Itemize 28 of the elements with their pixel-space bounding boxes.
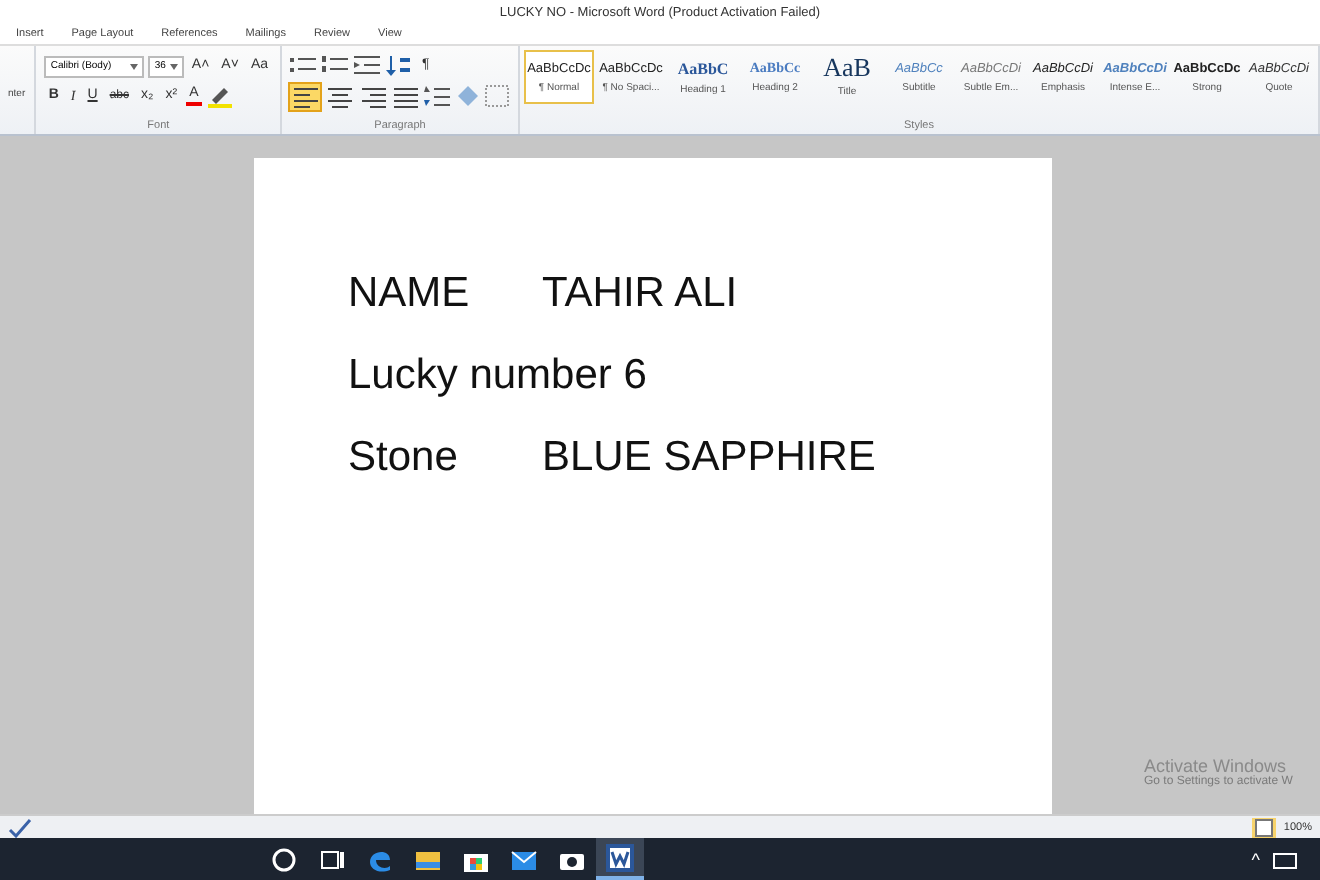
proofing-icon[interactable] — [8, 817, 32, 837]
document-text: BLUE SAPPHIRE — [542, 432, 876, 484]
print-layout-icon[interactable] — [1251, 817, 1276, 837]
numbered-list-icon[interactable] — [322, 54, 350, 78]
line-spacing-icon[interactable] — [424, 84, 451, 108]
align-icon[interactable] — [323, 83, 354, 109]
highlighter-icon[interactable] — [206, 84, 235, 108]
document-text: NAME — [348, 268, 472, 320]
activation-title: Activate Windows — [1144, 756, 1287, 776]
indent-icon[interactable] — [354, 54, 382, 78]
mail-icon — [510, 845, 538, 873]
network-icon[interactable] — [1272, 847, 1300, 871]
word-document-icon — [606, 843, 634, 871]
tray-chevron[interactable]: ^ — [1251, 849, 1260, 869]
sort-icon[interactable] — [386, 54, 414, 78]
dropdown-arrow-icon — [130, 63, 139, 69]
align-icon[interactable] — [357, 83, 387, 109]
dropdown-arrow-icon — [169, 63, 178, 69]
task-view-icon — [318, 845, 346, 873]
circle-icon — [270, 845, 298, 873]
taskbar-button[interactable] — [596, 838, 644, 880]
align-icon[interactable] — [290, 83, 320, 109]
document-text: TAHIR ALI — [542, 268, 738, 320]
document-text: Stone — [348, 432, 460, 484]
bullet-list-icon[interactable] — [290, 54, 318, 78]
document-text: Lucky number 6 — [348, 350, 647, 402]
align-icon[interactable] — [390, 83, 421, 109]
borders-icon[interactable] — [484, 84, 510, 108]
